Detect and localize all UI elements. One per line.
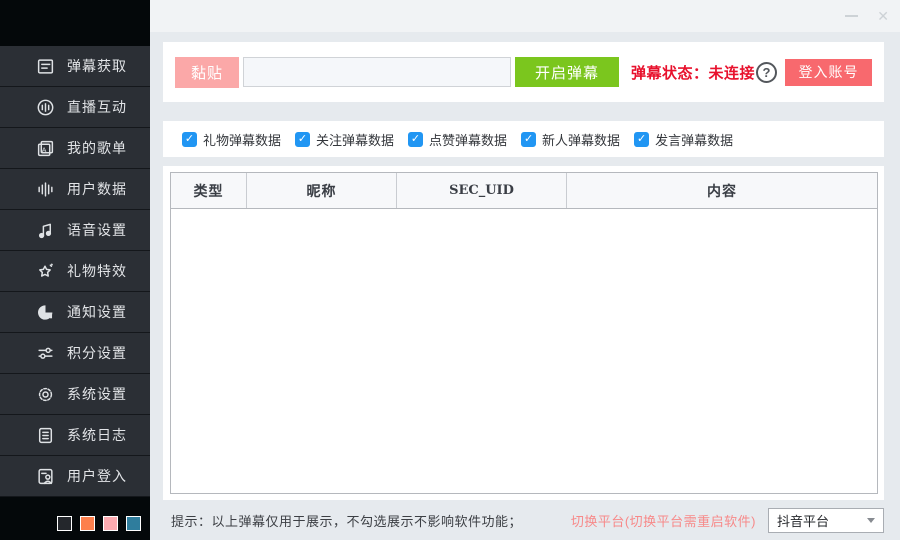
theme-swatch-teal[interactable] bbox=[126, 516, 141, 531]
table-body-empty[interactable] bbox=[171, 209, 877, 493]
svg-text:A: A bbox=[42, 145, 47, 154]
minimize-button[interactable] bbox=[845, 15, 858, 17]
sidebar-item-live-interact[interactable]: 直播互动 bbox=[0, 87, 150, 128]
filter-follow-danmu[interactable]: 关注弹幕数据 bbox=[295, 130, 394, 149]
sidebar-item-gift-effects[interactable]: 礼物特效 bbox=[0, 251, 150, 292]
sidebar-item-label: 用户登入 bbox=[67, 466, 127, 486]
danmu-status-text: 弹幕状态：未连接 bbox=[631, 62, 755, 83]
footer-bar: 提示：以上弹幕仅用于展示，不勾选展示不影响软件功能； 切换平台(切换平台需重启软… bbox=[163, 505, 884, 535]
checkbox-icon bbox=[521, 132, 536, 147]
notification-icon bbox=[36, 303, 55, 322]
filter-like-danmu[interactable]: 点赞弹幕数据 bbox=[408, 130, 507, 149]
column-header-nickname: 昵称 bbox=[247, 173, 397, 208]
gear-icon bbox=[36, 385, 55, 404]
sidebar-item-label: 语音设置 bbox=[67, 220, 127, 240]
column-header-sec-uid: SEC_UID bbox=[397, 173, 567, 208]
filter-chat-danmu[interactable]: 发言弹幕数据 bbox=[634, 130, 733, 149]
sidebar-item-danmu-get[interactable]: 弹幕获取 bbox=[0, 46, 150, 87]
checkbox-icon bbox=[182, 132, 197, 147]
sidebar-item-label: 直播互动 bbox=[67, 97, 127, 117]
start-danmu-button[interactable]: 开启弹幕 bbox=[515, 57, 619, 87]
playlist-icon: A bbox=[36, 139, 55, 158]
checkbox-icon bbox=[408, 132, 423, 147]
sidebar-footer bbox=[0, 497, 150, 540]
checkbox-icon bbox=[634, 132, 649, 147]
switch-platform-text: 切换平台(切换平台需重启软件) bbox=[571, 511, 756, 530]
sidebar-item-label: 我的歌单 bbox=[67, 138, 127, 158]
platform-select[interactable]: 抖音平台 bbox=[768, 508, 884, 533]
sidebar-item-label: 用户数据 bbox=[67, 179, 127, 199]
sidebar-item-user-data[interactable]: 用户数据 bbox=[0, 169, 150, 210]
sidebar-item-user-login[interactable]: 用户登入 bbox=[0, 456, 150, 497]
column-header-type: 类型 bbox=[171, 173, 247, 208]
checkbox-icon bbox=[295, 132, 310, 147]
sidebar-item-voice-settings[interactable]: 语音设置 bbox=[0, 210, 150, 251]
theme-swatch-dark[interactable] bbox=[57, 516, 72, 531]
log-icon bbox=[36, 426, 55, 445]
danmu-table-card: 类型 昵称 SEC_UID 内容 bbox=[163, 166, 884, 500]
table-header-row: 类型 昵称 SEC_UID 内容 bbox=[171, 173, 877, 209]
theme-swatches bbox=[0, 497, 141, 531]
user-login-icon bbox=[36, 467, 55, 486]
sidebar-item-points-settings[interactable]: 积分设置 bbox=[0, 333, 150, 374]
danmu-list-icon bbox=[36, 57, 55, 76]
paste-button[interactable]: 黏贴 bbox=[175, 57, 239, 88]
points-sliders-icon bbox=[36, 344, 55, 363]
platform-select-value: 抖音平台 bbox=[777, 511, 867, 530]
filter-label: 发言弹幕数据 bbox=[655, 130, 733, 149]
sidebar: 弹幕获取 直播互动 A 我的歌单 用户数据 语音设置 礼物特效 bbox=[0, 0, 150, 540]
live-interact-icon bbox=[36, 98, 55, 117]
caret-down-icon bbox=[867, 518, 875, 523]
filter-gift-danmu[interactable]: 礼物弹幕数据 bbox=[182, 130, 281, 149]
filter-label: 关注弹幕数据 bbox=[316, 130, 394, 149]
main-area: ✕ 黏贴 开启弹幕 弹幕状态：未连接 ? 登入账号 礼物弹幕数据 关注弹幕数据 bbox=[150, 0, 900, 540]
sidebar-item-label: 系统日志 bbox=[67, 425, 127, 445]
app-window: 弹幕获取 直播互动 A 我的歌单 用户数据 语音设置 礼物特效 bbox=[0, 0, 900, 540]
help-icon[interactable]: ? bbox=[756, 62, 777, 83]
gift-star-icon bbox=[36, 262, 55, 281]
sidebar-item-notification-settings[interactable]: 通知设置 bbox=[0, 292, 150, 333]
sidebar-menu: 弹幕获取 直播互动 A 我的歌单 用户数据 语音设置 礼物特效 bbox=[0, 46, 150, 497]
sidebar-item-label: 系统设置 bbox=[67, 384, 127, 404]
voice-settings-icon bbox=[36, 221, 55, 240]
sidebar-item-system-settings[interactable]: 系统设置 bbox=[0, 374, 150, 415]
sidebar-item-label: 通知设置 bbox=[67, 302, 127, 322]
topbar-card: 黏贴 开启弹幕 弹幕状态：未连接 ? 登入账号 bbox=[163, 42, 884, 102]
column-header-content: 内容 bbox=[567, 173, 877, 208]
filter-label: 礼物弹幕数据 bbox=[203, 130, 281, 149]
sidebar-item-playlist[interactable]: A 我的歌单 bbox=[0, 128, 150, 169]
room-url-input[interactable] bbox=[243, 57, 511, 87]
login-account-button[interactable]: 登入账号 bbox=[785, 59, 872, 86]
filters-card: 礼物弹幕数据 关注弹幕数据 点赞弹幕数据 新人弹幕数据 发言弹幕数据 bbox=[163, 121, 884, 157]
sidebar-item-label: 礼物特效 bbox=[67, 261, 127, 281]
filter-label: 新人弹幕数据 bbox=[542, 130, 620, 149]
filter-newcomer-danmu[interactable]: 新人弹幕数据 bbox=[521, 130, 620, 149]
user-data-icon bbox=[36, 180, 55, 199]
content-area: 黏贴 开启弹幕 弹幕状态：未连接 ? 登入账号 礼物弹幕数据 关注弹幕数据 bbox=[150, 32, 900, 540]
sidebar-item-system-log[interactable]: 系统日志 bbox=[0, 415, 150, 456]
sidebar-item-label: 弹幕获取 bbox=[67, 56, 127, 76]
theme-swatch-pink[interactable] bbox=[103, 516, 118, 531]
sidebar-logo-area bbox=[0, 0, 150, 46]
titlebar: ✕ bbox=[150, 0, 900, 32]
close-button[interactable]: ✕ bbox=[877, 9, 889, 23]
filter-label: 点赞弹幕数据 bbox=[429, 130, 507, 149]
hint-text: 提示：以上弹幕仅用于展示，不勾选展示不影响软件功能； bbox=[171, 511, 522, 530]
sidebar-item-label: 积分设置 bbox=[67, 343, 127, 363]
danmu-table: 类型 昵称 SEC_UID 内容 bbox=[170, 172, 878, 494]
theme-swatch-orange[interactable] bbox=[80, 516, 95, 531]
